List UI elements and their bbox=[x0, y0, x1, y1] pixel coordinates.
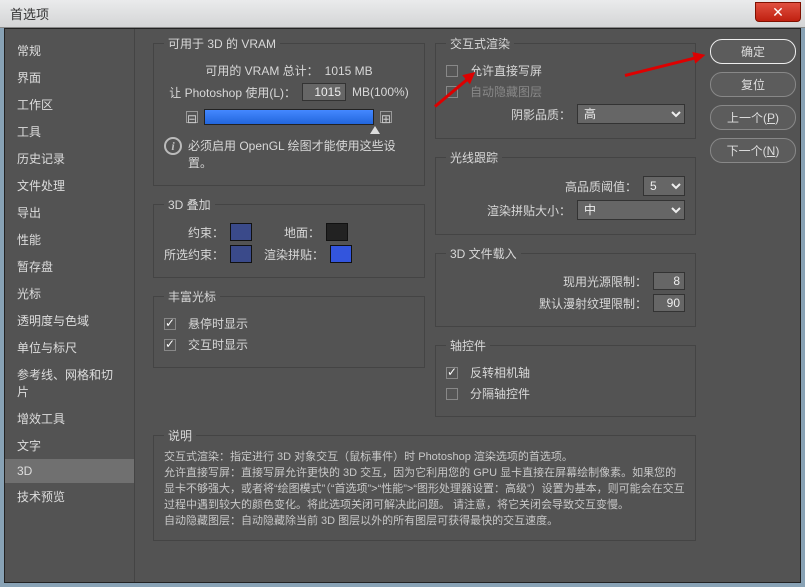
interactive-legend: 交互式渲染 bbox=[446, 35, 514, 52]
cursors-group: 丰富光标 悬停时显示 交互时显示 bbox=[153, 288, 425, 368]
interactive-group: 交互式渲染 允许直接写屏 自动隐藏图层 阴影品质： 高 bbox=[435, 35, 696, 139]
vram-group: 可用于 3D 的 VRAM 可用的 VRAM 总计： 1015 MB 让 Pho… bbox=[153, 35, 425, 186]
render-tiles-label: 渲染拼贴： bbox=[264, 246, 324, 263]
sidebar-item-16[interactable]: 技术预览 bbox=[5, 483, 134, 510]
hover-checkbox[interactable] bbox=[164, 318, 176, 330]
sidebar-item-13[interactable]: 增效工具 bbox=[5, 405, 134, 432]
vram-legend: 可用于 3D 的 VRAM bbox=[164, 35, 280, 52]
sidebar-item-12[interactable]: 参考线、网格和切片 bbox=[5, 361, 134, 405]
ground-swatch[interactable] bbox=[326, 223, 348, 241]
autohide-label: 自动隐藏图层 bbox=[470, 83, 542, 100]
lights-input[interactable] bbox=[653, 272, 685, 290]
separate-label: 分隔轴控件 bbox=[470, 385, 530, 402]
textures-input[interactable] bbox=[653, 294, 685, 312]
slider-min-icon: ⊟ bbox=[186, 111, 198, 123]
vram-note: 必须启用 OpenGL 绘图才能使用这些设置。 bbox=[188, 137, 414, 171]
hover-label: 悬停时显示 bbox=[188, 315, 248, 332]
overlay3d-legend: 3D 叠加 bbox=[164, 196, 215, 213]
close-button[interactable]: ✕ bbox=[755, 2, 801, 22]
vram-slider[interactable] bbox=[204, 109, 374, 125]
sidebar-item-7[interactable]: 性能 bbox=[5, 226, 134, 253]
reverse-checkbox[interactable] bbox=[446, 367, 458, 379]
sidebar-item-0[interactable]: 常规 bbox=[5, 37, 134, 64]
reverse-label: 反转相机轴 bbox=[470, 364, 530, 381]
sidebar-item-6[interactable]: 导出 bbox=[5, 199, 134, 226]
sel-constraint-label: 所选约束： bbox=[164, 246, 224, 263]
sidebar-item-4[interactable]: 历史记录 bbox=[5, 145, 134, 172]
ok-button[interactable]: 确定 bbox=[710, 39, 796, 64]
vram-use-suffix: MB(100%) bbox=[352, 85, 409, 99]
vram-use-input[interactable] bbox=[302, 83, 346, 101]
sidebar-item-9[interactable]: 光标 bbox=[5, 280, 134, 307]
button-column: 确定 复位 上一个(P) 下一个(N) bbox=[706, 29, 800, 582]
interact-label: 交互时显示 bbox=[188, 336, 248, 353]
interact-checkbox[interactable] bbox=[164, 339, 176, 351]
cursors-legend: 丰富光标 bbox=[164, 288, 220, 305]
constraint-label: 约束： bbox=[164, 224, 224, 241]
threshold-select[interactable]: 5 bbox=[643, 176, 685, 196]
direct-checkbox[interactable] bbox=[446, 65, 458, 77]
titlebar: 首选项 ✕ bbox=[0, 0, 805, 28]
prev-button[interactable]: 上一个(P) bbox=[710, 105, 796, 130]
axis-legend: 轴控件 bbox=[446, 337, 490, 354]
separate-checkbox[interactable] bbox=[446, 388, 458, 400]
overlay3d-group: 3D 叠加 约束： 地面： 所选约束： 渲染拼贴： bbox=[153, 196, 425, 278]
render-tiles-swatch[interactable] bbox=[330, 245, 352, 263]
sidebar-item-15[interactable]: 3D bbox=[5, 459, 134, 483]
sidebar-item-10[interactable]: 透明度与色域 bbox=[5, 307, 134, 334]
raytrace-group: 光线跟踪 高品质阈值： 5 渲染拼贴大小： 中 bbox=[435, 149, 696, 235]
slider-thumb-icon bbox=[370, 126, 380, 134]
tiles-label: 渲染拼贴大小： bbox=[487, 202, 571, 219]
desc-legend: 说明 bbox=[164, 427, 196, 444]
slider-max-icon: ⊞ bbox=[380, 111, 392, 123]
fileload-legend: 3D 文件载入 bbox=[446, 245, 521, 262]
desc-text: 交互式渲染：指定进行 3D 对象交互（鼠标事件）时 Photoshop 渲染选项… bbox=[164, 450, 685, 530]
shadow-select[interactable]: 高 bbox=[577, 104, 685, 124]
sidebar: 常规界面工作区工具历史记录文件处理导出性能暂存盘光标透明度与色域单位与标尺参考线… bbox=[5, 29, 135, 582]
ground-label: 地面： bbox=[284, 224, 320, 241]
vram-total-value: 1015 MB bbox=[325, 64, 373, 78]
sidebar-item-2[interactable]: 工作区 bbox=[5, 91, 134, 118]
sidebar-item-14[interactable]: 文字 bbox=[5, 432, 134, 459]
desc-group: 说明 交互式渲染：指定进行 3D 对象交互（鼠标事件）时 Photoshop 渲… bbox=[153, 427, 696, 541]
dialog-body: 常规界面工作区工具历史记录文件处理导出性能暂存盘光标透明度与色域单位与标尺参考线… bbox=[4, 28, 801, 583]
axis-group: 轴控件 反转相机轴 分隔轴控件 bbox=[435, 337, 696, 417]
sidebar-item-5[interactable]: 文件处理 bbox=[5, 172, 134, 199]
textures-label: 默认漫射纹理限制： bbox=[539, 295, 647, 312]
reset-button[interactable]: 复位 bbox=[710, 72, 796, 97]
sidebar-item-1[interactable]: 界面 bbox=[5, 64, 134, 91]
raytrace-legend: 光线跟踪 bbox=[446, 149, 502, 166]
lights-label: 现用光源限制： bbox=[563, 273, 647, 290]
tiles-select[interactable]: 中 bbox=[577, 200, 685, 220]
sidebar-item-8[interactable]: 暂存盘 bbox=[5, 253, 134, 280]
sidebar-item-3[interactable]: 工具 bbox=[5, 118, 134, 145]
fileload-group: 3D 文件载入 现用光源限制： 默认漫射纹理限制： bbox=[435, 245, 696, 327]
content: 可用于 3D 的 VRAM 可用的 VRAM 总计： 1015 MB 让 Pho… bbox=[135, 29, 706, 582]
vram-total-label: 可用的 VRAM 总计： bbox=[205, 62, 318, 79]
threshold-label: 高品质阈值： bbox=[565, 178, 637, 195]
info-icon: i bbox=[164, 137, 182, 155]
constraint-swatch[interactable] bbox=[230, 223, 252, 241]
sel-constraint-swatch[interactable] bbox=[230, 245, 252, 263]
next-button[interactable]: 下一个(N) bbox=[710, 138, 796, 163]
shadow-label: 阴影品质： bbox=[511, 106, 571, 123]
vram-use-label: 让 Photoshop 使用(L)： bbox=[169, 84, 296, 101]
window-title: 首选项 bbox=[10, 4, 49, 23]
sidebar-item-11[interactable]: 单位与标尺 bbox=[5, 334, 134, 361]
direct-label: 允许直接写屏 bbox=[470, 62, 542, 79]
